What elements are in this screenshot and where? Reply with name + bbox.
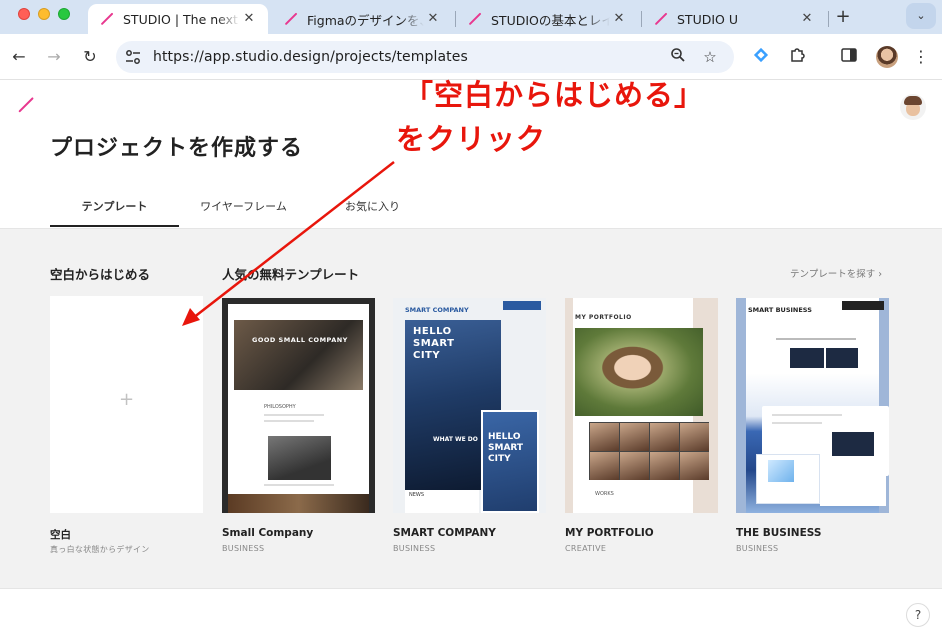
zoom-icon[interactable]: [668, 47, 688, 67]
tab-title: STUDIO | The next g: [123, 11, 240, 27]
template-name: SMART COMPANY: [393, 527, 496, 539]
page-title: プロジェクトを作成する: [50, 136, 304, 161]
studio-favicon-icon: [284, 12, 298, 26]
blank-card-description: 真っ白な状態からデザイン: [50, 545, 150, 554]
template-category: BUSINESS: [736, 544, 779, 553]
thumbnail-portrait-photo: [575, 328, 703, 416]
annotation-line-1: 「空白からはじめる」: [404, 78, 705, 112]
user-avatar[interactable]: [900, 94, 926, 120]
address-bar[interactable]: https://app.studio.design/projects/templ…: [116, 41, 734, 73]
template-card-my-portfolio[interactable]: MY PORTFOLIO WORKS: [565, 298, 718, 513]
template-category: BUSINESS: [393, 544, 436, 553]
thumbnail-cube-graphic: [768, 460, 794, 482]
thumbnail-hero-text: GOOD SMALL COMPANY: [252, 336, 348, 344]
back-arrow-icon[interactable]: ←: [8, 46, 30, 68]
maximize-window-button[interactable]: [58, 8, 70, 20]
tab-title: Figmaのデザインを、: [307, 12, 424, 28]
thumbnail-label-text: MY PORTFOLIO: [575, 314, 632, 321]
studio-favicon-icon: [100, 12, 114, 26]
tab-title: STUDIOの基本とレイ: [491, 12, 610, 28]
site-settings-icon[interactable]: [124, 48, 142, 66]
tab-search-chevron-icon[interactable]: ⌄: [906, 3, 936, 29]
extension-diamond-icon[interactable]: [750, 46, 772, 68]
browser-tab-bar: STUDIO | The next g ✕ Figmaのデザインを、 ✕ STU…: [0, 0, 942, 34]
thumbnail-hero-image: [234, 320, 363, 390]
template-name: Small Company: [222, 527, 314, 539]
close-tab-icon[interactable]: ✕: [240, 10, 258, 28]
template-name: MY PORTFOLIO: [565, 527, 654, 539]
template-category: BUSINESS: [222, 544, 265, 553]
blank-section-title: 空白からはじめる: [50, 267, 151, 282]
browser-profile-avatar[interactable]: [876, 46, 898, 68]
thumbnail-hero-text: HELLO SMART CITY: [413, 326, 455, 361]
thumbnail-photo: [268, 436, 331, 480]
browser-tab-studio[interactable]: STUDIO | The next g ✕: [88, 4, 268, 34]
blank-project-card[interactable]: +: [50, 296, 203, 513]
studio-page: プロジェクトを作成する テンプレート ワイヤーフレーム お気に入り 空白からはじ…: [0, 80, 942, 628]
thumbnail-brand-text: SMART BUSINESS: [748, 306, 812, 314]
browser-tab-studio-basics[interactable]: STUDIOの基本とレイ ✕: [456, 4, 638, 34]
blank-card-name: 空白: [50, 529, 71, 541]
puzzle-icon[interactable]: [786, 46, 808, 68]
minimize-window-button[interactable]: [38, 8, 50, 20]
page-bottom: [0, 588, 942, 628]
close-window-button[interactable]: [18, 8, 30, 20]
thumbnail-dashboard: [826, 348, 858, 368]
thumbnail-what-text: WHAT WE DO: [433, 436, 478, 443]
browser-tab-studio-u[interactable]: STUDIO U ✕: [642, 4, 826, 34]
tab-title: STUDIO U: [677, 11, 738, 27]
studio-favicon-icon: [654, 12, 668, 26]
tab-wireframes[interactable]: ワイヤーフレーム: [179, 192, 308, 227]
templates-section-title: 人気の無料テンプレート: [222, 267, 360, 282]
studio-logo-icon[interactable]: [16, 96, 36, 116]
template-thumbnail: GOOD SMALL COMPANY PHILOSOPHY: [228, 304, 369, 513]
template-card-the-business[interactable]: SMART BUSINESS: [736, 298, 889, 513]
tab-templates[interactable]: テンプレート: [50, 192, 179, 227]
close-tab-icon[interactable]: ✕: [424, 10, 442, 28]
close-tab-icon[interactable]: ✕: [610, 10, 628, 28]
new-tab-button[interactable]: +: [832, 6, 854, 28]
thumbnail-footer-image: [228, 494, 369, 513]
template-card-smart-company[interactable]: SMART COMPANY HELLO SMART CITY WHAT WE D…: [393, 298, 546, 513]
thumbnail-mobile-text: HELLO SMART CITY: [488, 432, 524, 464]
tab-favorites[interactable]: お気に入り: [308, 192, 437, 227]
reload-icon[interactable]: ↻: [79, 46, 101, 68]
thumbnail-section-text: PHILOSOPHY: [264, 404, 296, 410]
thumbnail-brand-text: SMART COMPANY: [405, 306, 469, 314]
thumbnail-footer-text: WORKS: [595, 491, 614, 497]
studio-favicon-icon: [468, 12, 482, 26]
help-button[interactable]: ?: [906, 603, 930, 627]
star-icon[interactable]: ☆: [700, 47, 720, 67]
template-card-small-company[interactable]: GOOD SMALL COMPANY PHILOSOPHY: [222, 298, 375, 513]
template-name: THE BUSINESS: [736, 527, 822, 539]
annotation-line-2: をクリック: [396, 122, 547, 156]
side-panel-icon[interactable]: [838, 46, 860, 68]
thumbnail-dashboard: [790, 348, 824, 368]
template-category: CREATIVE: [565, 544, 607, 553]
url-text[interactable]: https://app.studio.design/projects/templ…: [153, 49, 468, 65]
thumbnail-dashboard: [832, 432, 874, 456]
plus-icon: +: [119, 389, 135, 410]
template-gallery: 空白からはじめる 人気の無料テンプレート テンプレートを探す › + 空白 真っ…: [0, 229, 942, 588]
kebab-menu-icon[interactable]: ⋮: [910, 46, 932, 68]
forward-arrow-icon[interactable]: →: [43, 46, 65, 68]
thumbnail-photo-grid: [589, 422, 709, 480]
tab-separator: [828, 11, 829, 27]
browser-tab-figma[interactable]: Figmaのデザインを、 ✕: [272, 4, 452, 34]
thumbnail-news-text: NEWS: [409, 492, 425, 498]
browse-templates-link[interactable]: テンプレートを探す ›: [790, 266, 882, 280]
close-tab-icon[interactable]: ✕: [798, 10, 816, 28]
